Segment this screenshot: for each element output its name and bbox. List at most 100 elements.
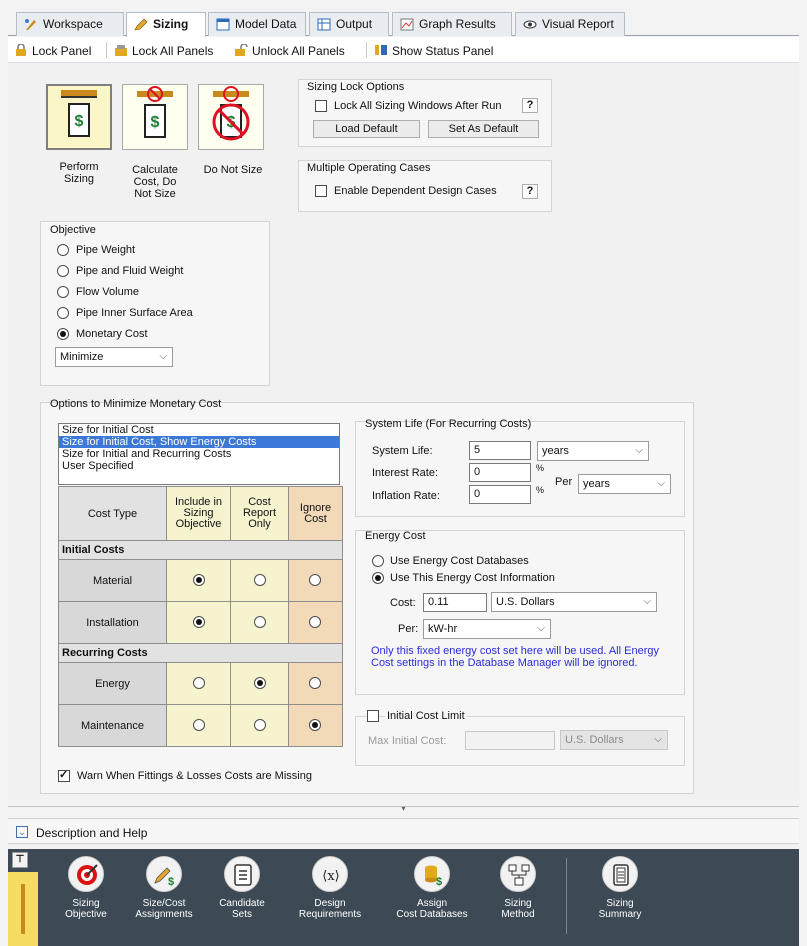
cost-mode-listbox[interactable]: Size for Initial Cost Size for Initial C…	[58, 423, 340, 485]
nav-label: Size/Cost Assignments	[135, 898, 193, 920]
energy-currency-select[interactable]: U.S. Dollars ⌵	[491, 592, 657, 612]
objective-radio-surface-area[interactable]	[57, 307, 69, 319]
show-status-panel-button[interactable]: Show Status Panel	[374, 44, 493, 58]
chevron-down-icon: ⌵	[654, 734, 662, 745]
system-life-input[interactable]: 5	[469, 441, 531, 460]
warn-missing-costs-checkbox[interactable]	[58, 768, 70, 782]
nav-sizing-method[interactable]: Sizing Method	[478, 856, 558, 920]
summary-doc-icon	[613, 864, 629, 886]
installation-ignore-radio[interactable]	[309, 616, 321, 628]
material-report-radio[interactable]	[254, 574, 266, 586]
do-not-size-button[interactable]: $	[198, 84, 264, 150]
nav-sizing-objective[interactable]: Sizing Objective	[46, 856, 126, 920]
maintenance-report-radio[interactable]	[254, 719, 266, 731]
initial-cost-currency-select[interactable]: U.S. Dollars ⌵	[560, 730, 668, 750]
system-life-unit-select[interactable]: years ⌵	[537, 441, 649, 461]
energy-include-radio[interactable]	[193, 677, 205, 689]
expand-chevron-icon[interactable]: ⌄	[16, 826, 28, 838]
objective-radio-flow-volume[interactable]	[57, 286, 69, 298]
tab-model-data[interactable]: Model Data	[208, 12, 306, 36]
tab-workspace[interactable]: Workspace	[16, 12, 124, 36]
warn-missing-costs-label: Warn When Fittings & Losses Costs are Mi…	[77, 770, 312, 782]
nav-label: Sizing Objective	[65, 898, 107, 920]
objective-direction-select[interactable]: Minimize ⌵	[55, 347, 173, 367]
calculate-cost-button[interactable]: $	[122, 84, 188, 150]
pencil-dollar-icon: $	[154, 867, 174, 887]
nav-size-cost-assignments[interactable]: $ Size/Cost Assignments	[124, 856, 204, 920]
load-default-button[interactable]: Load Default	[313, 120, 420, 138]
nav-divider	[566, 858, 567, 934]
objective-radio-monetary-cost[interactable]	[57, 328, 69, 340]
col-header-ignore: Ignore Cost	[288, 486, 343, 541]
dependent-design-cases-checkbox[interactable]	[315, 185, 327, 197]
material-include-radio[interactable]	[193, 574, 205, 586]
multiple-cases-help-button[interactable]: ?	[522, 184, 538, 199]
per-label: Per	[555, 476, 573, 488]
initial-costs-header: Initial Costs	[58, 540, 343, 560]
inflation-rate-input[interactable]: 0	[469, 485, 531, 504]
set-as-default-button[interactable]: Set As Default	[428, 120, 539, 138]
rate-period-select[interactable]: years ⌵	[578, 474, 671, 494]
tab-graph-results[interactable]: Graph Results	[392, 12, 512, 36]
nav-sizing-summary[interactable]: Sizing Summary	[580, 856, 660, 920]
nav-design-requirements[interactable]: ⟨x⟩ Design Requirements	[290, 856, 370, 920]
objective-title: Objective	[50, 224, 96, 236]
energy-per-unit-select[interactable]: kW-hr ⌵	[423, 619, 551, 639]
nav-label: Candidate Sets	[219, 898, 265, 920]
installation-report-radio[interactable]	[254, 616, 266, 628]
list-item[interactable]: Size for Initial Cost	[59, 424, 339, 436]
tab-visual-report[interactable]: Visual Report	[515, 12, 625, 36]
installation-include-radio[interactable]	[193, 616, 205, 628]
tab-sizing[interactable]: Sizing	[126, 12, 206, 37]
lock-all-panels-button[interactable]: Lock All Panels	[114, 44, 213, 58]
list-icon	[234, 864, 252, 886]
unlock-all-panels-button[interactable]: Unlock All Panels	[234, 44, 345, 58]
nav-label: Design Requirements	[298, 898, 362, 920]
max-initial-cost-input[interactable]	[465, 731, 555, 750]
description-help-label: Description and Help	[36, 826, 148, 840]
lock-after-run-checkbox[interactable]	[315, 100, 327, 112]
energy-custom-radio[interactable]	[372, 572, 384, 584]
lock-panel-button[interactable]: Lock Panel	[14, 44, 91, 58]
energy-cost-title: Energy Cost	[365, 530, 426, 542]
perform-sizing-label: Perform Sizing	[59, 161, 99, 185]
lock-icon	[16, 44, 26, 56]
workspace-icon	[25, 19, 36, 30]
interest-rate-input[interactable]: 0	[469, 463, 531, 482]
toolbar-divider	[106, 42, 107, 58]
maintenance-ignore-radio[interactable]	[309, 719, 321, 731]
chevron-down-icon: ⌵	[657, 478, 665, 489]
maintenance-include-radio[interactable]	[193, 719, 205, 731]
sizing-toolbar: Lock Panel Lock All Panels Unlock All Pa…	[8, 37, 799, 63]
objective-radio-pipe-fluid-weight[interactable]	[57, 265, 69, 277]
output-table-icon	[317, 18, 331, 31]
variable-x-icon: ⟨x⟩	[322, 869, 339, 884]
energy-report-radio[interactable]	[254, 677, 266, 689]
splitter-handle[interactable]: ▾	[8, 805, 799, 813]
list-item[interactable]: Size for Initial and Recurring Costs	[59, 448, 339, 460]
multiple-cases-title: Multiple Operating Cases	[307, 162, 431, 174]
energy-ignore-radio[interactable]	[309, 677, 321, 689]
tab-output[interactable]: Output	[309, 12, 389, 36]
cost-type-table: Cost Type Include in Sizing Objective Co…	[58, 486, 343, 747]
pin-icon[interactable]: ⊤	[12, 852, 28, 868]
objective-radio-pipe-weight[interactable]	[57, 244, 69, 256]
nav-assign-cost-databases[interactable]: $ Assign Cost Databases	[392, 856, 472, 920]
material-ignore-radio[interactable]	[309, 574, 321, 586]
initial-cost-limit-label: Initial Cost Limit	[385, 710, 467, 722]
inflation-percent-label: %	[536, 485, 545, 495]
nav-candidate-sets[interactable]: Candidate Sets	[202, 856, 282, 920]
description-help-bar[interactable]: ⌄ Description and Help	[8, 818, 799, 844]
sizing-side-tab[interactable]	[8, 872, 38, 946]
energy-cost-input[interactable]: 0.11	[423, 593, 487, 612]
list-item[interactable]: User Specified	[59, 460, 339, 472]
lock-all-icon	[115, 45, 127, 56]
perform-sizing-button[interactable]: $	[46, 84, 112, 150]
status-panel-icon	[375, 45, 387, 55]
interest-rate-label: Interest Rate:	[372, 467, 439, 479]
lock-after-run-label: Lock All Sizing Windows After Run	[334, 100, 502, 112]
initial-cost-limit-checkbox[interactable]	[367, 710, 379, 722]
lock-options-help-button[interactable]: ?	[522, 98, 538, 113]
energy-db-radio[interactable]	[372, 555, 384, 567]
list-item-selected[interactable]: Size for Initial Cost, Show Energy Costs	[59, 436, 339, 448]
